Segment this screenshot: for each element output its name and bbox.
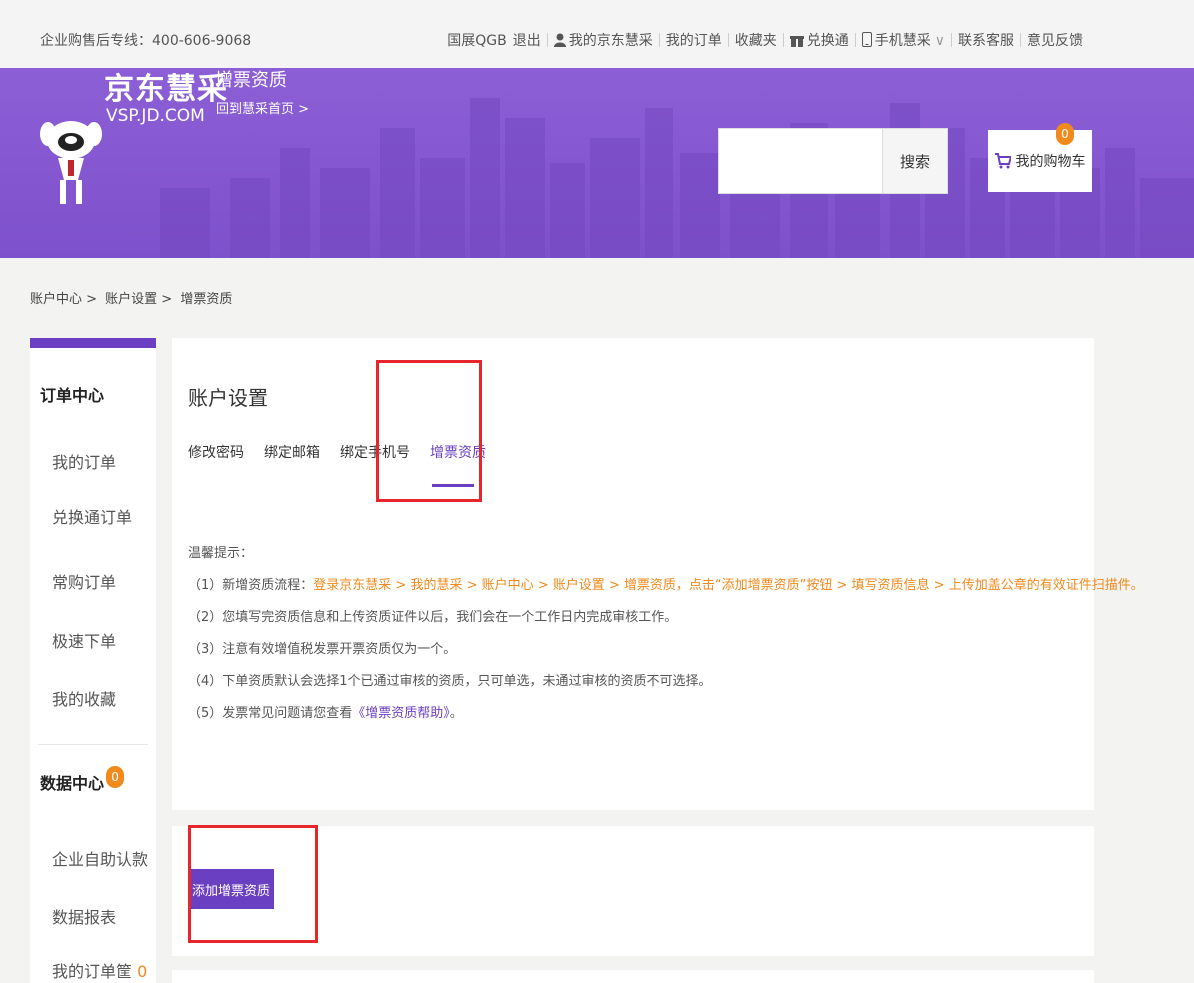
customer-service-link[interactable]: 联系客服 [952,30,1020,50]
breadcrumb-current: 增票资质 [180,292,233,307]
sidebar-item-exchange-orders[interactable]: 兑换通订单 [52,504,132,528]
search-input[interactable] [719,129,882,193]
back-home-link[interactable]: 回到慧采首页 > [216,98,309,117]
search-box: 搜索 [718,128,948,194]
settings-tabs: 修改密码 绑定邮箱 绑定手机号 增票资质 [188,442,506,487]
exchange-link[interactable]: 兑换通 [784,30,855,50]
page-subtitle: 增票资质 [215,70,287,91]
order-basket-count: 0 [137,962,148,981]
tab-bind-phone[interactable]: 绑定手机号 [340,442,410,462]
sidebar-item-self-payment[interactable]: 企业自助认款 [52,846,148,870]
sidebar-divider [38,744,148,745]
breadcrumb-account-center[interactable]: 账户中心 > [30,292,97,307]
cart-count-badge: 0 [1056,123,1074,145]
help-link[interactable]: 《增票资质帮助》 [352,706,450,721]
my-orders-link[interactable]: 我的订单 [660,30,728,50]
top-links: 国展QGB 退出 我的京东慧采 我的订单 收藏夹 兑换通 手机慧采 ∨ 联系客服 … [441,30,1089,50]
list-panel [172,970,1094,983]
data-center-badge: 0 [106,766,125,788]
tab-change-password[interactable]: 修改密码 [188,442,244,462]
my-vsp-link[interactable]: 我的京东慧采 [548,30,659,50]
logout-link[interactable]: 退出 [513,30,547,50]
sidebar-item-data-reports[interactable]: 数据报表 [52,904,116,928]
sidebar-item-frequent-orders[interactable]: 常购订单 [52,569,116,593]
add-invoice-qualification-button[interactable]: 添加增票资质 [188,869,274,909]
service-hotline: 企业购售后专线：400-606-9068 [40,33,252,49]
sidebar-accent-bar [30,338,156,348]
dog-mascot-logo-icon [40,121,102,204]
top-bar: 企业购售后专线：400-606-9068 国展QGB 退出 我的京东慧采 我的订… [0,0,1194,68]
chevron-down-icon: ∨ [934,33,945,49]
tips-section: 温馨提示： （1）新增资质流程：登录京东慧采 > 我的慧采 > 账户中心 > 账… [188,538,1144,730]
sidebar-item-order-basket[interactable]: 我的订单筐 0 [52,958,147,982]
tip-2: （2）您填写完资质信息和上传资质证件以后，我们会在一个工作日内完成审核工作。 [188,610,678,625]
gift-icon [789,35,804,47]
logo-text[interactable]: 京东慧采 [104,68,228,108]
tab-invoice-qualification[interactable]: 增票资质 [430,442,486,487]
tab-bind-email[interactable]: 绑定邮箱 [264,442,320,462]
sidebar-item-my-orders[interactable]: 我的订单 [52,449,116,473]
sidebar-item-my-favorites[interactable]: 我的收藏 [52,686,116,710]
favorites-link[interactable]: 收藏夹 [729,30,783,50]
sidebar-item-quick-order[interactable]: 极速下单 [52,628,116,652]
cart-label: 我的购物车 [1015,154,1086,170]
tip-1-process: 登录京东慧采 > 我的慧采 > 账户中心 > 账户设置 > 增票资质，点击“添加… [313,578,1144,593]
sidebar-heading-order-center: 订单中心 [40,386,105,405]
breadcrumb: 账户中心 > 账户设置 > 增票资质 [30,288,236,307]
cart-button[interactable]: 我的购物车 [988,130,1092,192]
site-header: 京东慧采 VSP.JD.COM 增票资质 回到慧采首页 > 搜索 我的购物车 0 [0,68,1194,258]
tip-1: （1）新增资质流程：登录京东慧采 > 我的慧采 > 账户中心 > 账户设置 > … [188,578,1144,593]
breadcrumb-account-settings[interactable]: 账户设置 > [105,292,172,307]
phone-icon [861,32,872,47]
mobile-link[interactable]: 手机慧采 ∨ [856,30,951,50]
feedback-link[interactable]: 意见反馈 [1021,30,1089,50]
sidebar: 订单中心 我的订单 兑换通订单 常购订单 极速下单 我的收藏 数据中心 0 企业自… [30,338,156,983]
tip-5: （5）发票常见问题请您查看《增票资质帮助》。 [188,706,463,721]
page-title: 账户设置 [188,386,268,410]
tips-title: 温馨提示： [188,546,254,561]
cart-icon [994,153,1011,169]
username[interactable]: 国展QGB [441,30,512,50]
tip-3: （3）注意有效增值税发票开票资质仅为一个。 [188,642,457,657]
tip-4: （4）下单资质默认会选择1个已通过审核的资质，只可单选，未通过审核的资质不可选择… [188,674,712,689]
user-icon [553,33,566,47]
sidebar-heading-data-center: 数据中心 0 [40,766,125,794]
action-panel [172,826,1094,956]
logo-domain: VSP.JD.COM [106,106,205,126]
search-button[interactable]: 搜索 [882,129,947,193]
account-settings-panel: 账户设置 修改密码 绑定邮箱 绑定手机号 增票资质 温馨提示： （1）新增资质流… [172,338,1144,810]
